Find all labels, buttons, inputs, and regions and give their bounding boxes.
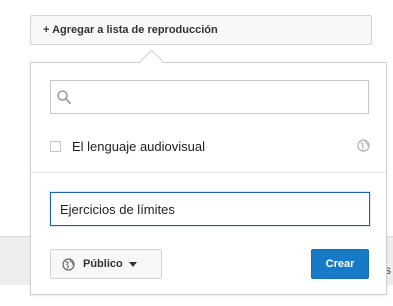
privacy-label: Público: [83, 258, 123, 270]
playlist-checkbox[interactable]: [50, 140, 61, 152]
playlist-item[interactable]: El lenguaje audiovisual: [50, 136, 370, 156]
caret-down-icon: [128, 261, 137, 267]
privacy-dropdown-button[interactable]: Público: [50, 249, 162, 279]
add-to-playlist-panel: El lenguaje audiovisual Público Crear: [30, 62, 387, 295]
globe-icon: [62, 257, 75, 271]
create-playlist-button[interactable]: Crear: [311, 249, 369, 279]
new-playlist-name-input[interactable]: [51, 193, 369, 225]
playlist-search-input[interactable]: [79, 81, 368, 115]
search-icon: [57, 90, 71, 104]
playlist-search-box[interactable]: [50, 80, 369, 115]
new-playlist-name-field[interactable]: [50, 192, 370, 226]
divider: [31, 172, 386, 173]
globe-icon: [357, 139, 370, 157]
playlist-name: El lenguaje audiovisual: [72, 138, 205, 154]
add-to-playlist-button[interactable]: + Agregar a lista de reproducción: [30, 15, 372, 45]
